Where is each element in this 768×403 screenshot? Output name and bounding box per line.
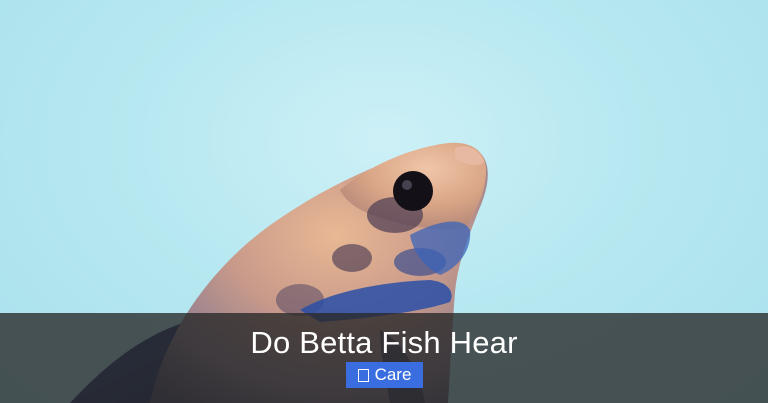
category-label: Care xyxy=(374,365,412,384)
category-badge[interactable]: Care xyxy=(346,362,423,388)
category-icon xyxy=(357,368,369,382)
post-title[interactable]: Do Betta Fish Hear xyxy=(0,324,768,362)
